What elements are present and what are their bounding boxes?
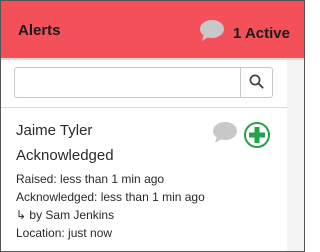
search-icon xyxy=(249,74,264,92)
alert-acknowledged-by: ↳ by Sam Jenkins xyxy=(16,208,115,222)
search-bar xyxy=(14,67,273,98)
alert-status: Acknowledged xyxy=(16,147,114,164)
alert-acknowledged: Acknowledged: less than 1 min ago xyxy=(16,190,205,204)
alerts-header: Alerts 1 Active xyxy=(1,1,304,60)
active-count: 1 Active xyxy=(233,24,290,42)
medical-cross-icon[interactable] xyxy=(244,122,270,148)
alert-location: Location: just now xyxy=(16,226,113,240)
alerts-panel: Alerts 1 Active Jaime Tyler Acknowledged… xyxy=(0,0,305,252)
alert-item[interactable]: Jaime Tyler Acknowledged Raised: less th… xyxy=(16,121,278,242)
panel-title: Alerts xyxy=(18,22,61,39)
divider xyxy=(1,107,287,108)
speech-bubble-icon[interactable] xyxy=(212,121,238,149)
active-summary: 1 Active xyxy=(199,19,290,47)
alert-raised: Raised: less than 1 min ago xyxy=(16,172,165,186)
search-button[interactable] xyxy=(240,67,273,98)
scrollbar[interactable] xyxy=(287,60,304,251)
speech-bubble-icon xyxy=(199,19,225,47)
search-input[interactable] xyxy=(14,67,240,98)
alert-actions xyxy=(212,121,270,149)
